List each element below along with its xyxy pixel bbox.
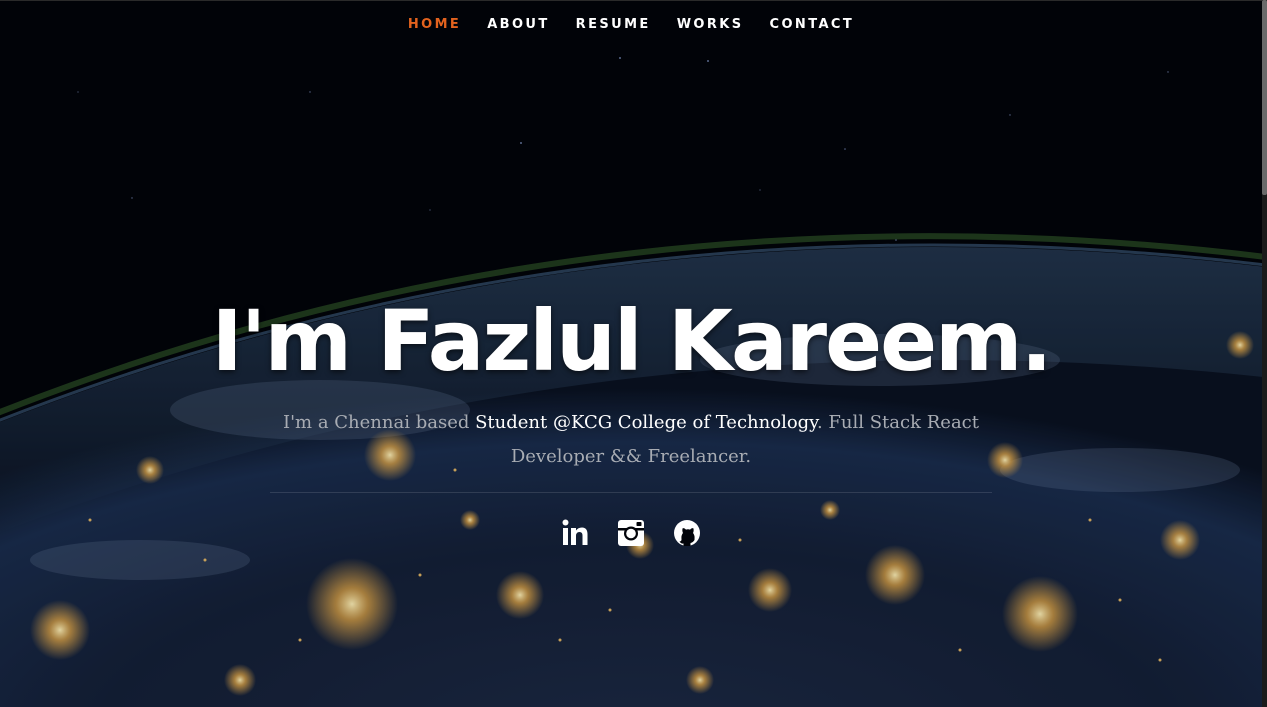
nav-resume-link[interactable]: RESUME <box>563 1 664 49</box>
social-links <box>0 516 1262 550</box>
hero-headline: I'm Fazlul Kareem. <box>211 292 1053 390</box>
github-link[interactable] <box>672 516 702 550</box>
intro-highlight: Student @KCG College of Technology <box>475 412 817 433</box>
nav-contact-link[interactable]: CONTACT <box>757 1 868 49</box>
hero-section: HOME ABOUT RESUME WORKS CONTACT I'm Fazl… <box>0 0 1267 707</box>
hero-divider <box>270 492 992 493</box>
linkedin-icon <box>562 519 588 545</box>
nav-home-link[interactable]: HOME <box>395 1 474 49</box>
nav-about-link[interactable]: ABOUT <box>474 1 562 49</box>
main-navigation: HOME ABOUT RESUME WORKS CONTACT <box>0 0 1262 48</box>
scrollbar-thumb[interactable] <box>1262 0 1267 195</box>
github-icon <box>674 520 700 546</box>
linkedin-link[interactable] <box>560 516 590 550</box>
intro-text-before: I'm a Chennai based <box>282 412 476 433</box>
instagram-icon <box>618 520 644 546</box>
scrollbar[interactable] <box>1262 0 1267 707</box>
nav-works-link[interactable]: WORKS <box>664 1 757 49</box>
hero-intro: I'm a Chennai based Student @KCG College… <box>270 406 992 474</box>
instagram-link[interactable] <box>616 516 646 550</box>
